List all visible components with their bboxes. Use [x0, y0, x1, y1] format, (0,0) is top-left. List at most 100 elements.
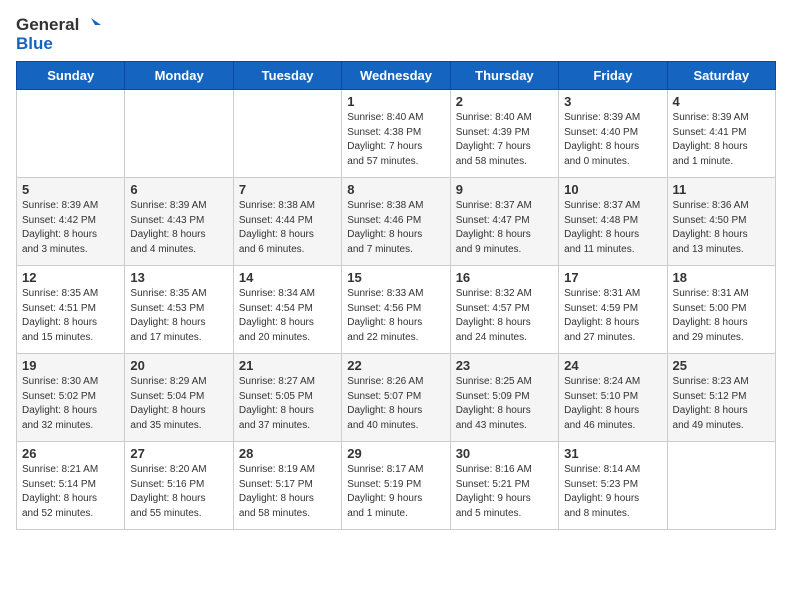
- calendar-cell: 25Sunrise: 8:23 AM Sunset: 5:12 PM Dayli…: [667, 354, 775, 442]
- day-number: 22: [347, 358, 444, 373]
- day-header-monday: Monday: [125, 62, 233, 90]
- cell-content: Sunrise: 8:37 AM Sunset: 4:48 PM Dayligh…: [564, 199, 661, 257]
- cell-content: Sunrise: 8:31 AM Sunset: 4:59 PM Dayligh…: [564, 287, 661, 345]
- calendar-cell: [125, 90, 233, 178]
- logo-general: General: [16, 16, 79, 35]
- day-number: 19: [22, 358, 119, 373]
- cell-content: Sunrise: 8:19 AM Sunset: 5:17 PM Dayligh…: [239, 463, 336, 521]
- day-number: 12: [22, 270, 119, 285]
- cell-content: Sunrise: 8:33 AM Sunset: 4:56 PM Dayligh…: [347, 287, 444, 345]
- day-number: 4: [673, 94, 770, 109]
- day-header-friday: Friday: [559, 62, 667, 90]
- cell-content: Sunrise: 8:36 AM Sunset: 4:50 PM Dayligh…: [673, 199, 770, 257]
- cell-content: Sunrise: 8:23 AM Sunset: 5:12 PM Dayligh…: [673, 375, 770, 433]
- calendar-cell: 15 Sunrise: 8:33 AM Sunset: 4:56 PM Dayli…: [342, 266, 450, 354]
- cell-content: Sunrise: 8:39 AM Sunset: 4:43 PM Dayligh…: [130, 199, 227, 257]
- day-number: 24: [564, 358, 661, 373]
- calendar-cell: 12 Sunrise: 8:35 AM Sunset: 4:51 PM Dayli…: [17, 266, 125, 354]
- cell-content: Sunrise: 8:26 AM Sunset: 5:07 PM Dayligh…: [347, 375, 444, 433]
- cell-content: Sunrise: 8:34 AM Sunset: 4:54 PM Dayligh…: [239, 287, 336, 345]
- calendar-table: SundayMondayTuesdayWednesdayThursdayFrid…: [16, 61, 776, 530]
- day-number: 6: [130, 182, 227, 197]
- week-row-3: 12 Sunrise: 8:35 AM Sunset: 4:51 PM Dayli…: [17, 266, 776, 354]
- day-number: 18: [673, 270, 770, 285]
- cell-content: Sunrise: 8:14 AM Sunset: 5:23 PM Dayligh…: [564, 463, 661, 521]
- day-number: 26: [22, 446, 119, 461]
- calendar-cell: 1Sunrise: 8:40 AM Sunset: 4:38 PM Daylig…: [342, 90, 450, 178]
- calendar-cell: 5 Sunrise: 8:39 AM Sunset: 4:42 PM Daylig…: [17, 178, 125, 266]
- cell-content: Sunrise: 8:31 AM Sunset: 5:00 PM Dayligh…: [673, 287, 770, 345]
- days-header-row: SundayMondayTuesdayWednesdayThursdayFrid…: [17, 62, 776, 90]
- day-number: 20: [130, 358, 227, 373]
- day-number: 11: [673, 182, 770, 197]
- day-header-tuesday: Tuesday: [233, 62, 341, 90]
- cell-content: Sunrise: 8:38 AM Sunset: 4:44 PM Dayligh…: [239, 199, 336, 257]
- calendar-cell: 24 Sunrise: 8:24 AM Sunset: 5:10 PM Dayli…: [559, 354, 667, 442]
- calendar-cell: 26 Sunrise: 8:21 AM Sunset: 5:14 PM Dayli…: [17, 442, 125, 530]
- day-header-sunday: Sunday: [17, 62, 125, 90]
- cell-content: Sunrise: 8:35 AM Sunset: 4:53 PM Dayligh…: [130, 287, 227, 345]
- calendar-cell: 4Sunrise: 8:39 AM Sunset: 4:41 PM Daylig…: [667, 90, 775, 178]
- calendar-cell: 11 Sunrise: 8:36 AM Sunset: 4:50 PM Dayli…: [667, 178, 775, 266]
- cell-content: Sunrise: 8:40 AM Sunset: 4:39 PM Dayligh…: [456, 111, 553, 169]
- cell-content: Sunrise: 8:27 AM Sunset: 5:05 PM Dayligh…: [239, 375, 336, 433]
- day-number: 10: [564, 182, 661, 197]
- cell-content: Sunrise: 8:24 AM Sunset: 5:10 PM Dayligh…: [564, 375, 661, 433]
- day-number: 21: [239, 358, 336, 373]
- calendar-cell: 21 Sunrise: 8:27 AM Sunset: 5:05 PM Dayli…: [233, 354, 341, 442]
- calendar-cell: 9Sunrise: 8:37 AM Sunset: 4:47 PM Daylig…: [450, 178, 558, 266]
- day-number: 30: [456, 446, 553, 461]
- day-number: 31: [564, 446, 661, 461]
- calendar-cell: 2 Sunrise: 8:40 AM Sunset: 4:39 PM Daylig…: [450, 90, 558, 178]
- day-number: 2: [456, 94, 553, 109]
- logo: General Blue: [16, 16, 101, 53]
- week-row-4: 19 Sunrise: 8:30 AM Sunset: 5:02 PM Dayli…: [17, 354, 776, 442]
- calendar-cell: 6 Sunrise: 8:39 AM Sunset: 4:43 PM Daylig…: [125, 178, 233, 266]
- day-number: 17: [564, 270, 661, 285]
- cell-content: Sunrise: 8:35 AM Sunset: 4:51 PM Dayligh…: [22, 287, 119, 345]
- day-number: 8: [347, 182, 444, 197]
- cell-content: Sunrise: 8:20 AM Sunset: 5:16 PM Dayligh…: [130, 463, 227, 521]
- cell-content: Sunrise: 8:32 AM Sunset: 4:57 PM Dayligh…: [456, 287, 553, 345]
- cell-content: Sunrise: 8:21 AM Sunset: 5:14 PM Dayligh…: [22, 463, 119, 521]
- day-number: 15: [347, 270, 444, 285]
- week-row-5: 26 Sunrise: 8:21 AM Sunset: 5:14 PM Dayli…: [17, 442, 776, 530]
- cell-content: Sunrise: 8:29 AM Sunset: 5:04 PM Dayligh…: [130, 375, 227, 433]
- cell-content: Sunrise: 8:39 AM Sunset: 4:42 PM Dayligh…: [22, 199, 119, 257]
- cell-content: Sunrise: 8:16 AM Sunset: 5:21 PM Dayligh…: [456, 463, 553, 521]
- day-number: 5: [22, 182, 119, 197]
- calendar-cell: [17, 90, 125, 178]
- day-number: 13: [130, 270, 227, 285]
- calendar-cell: 8 Sunrise: 8:38 AM Sunset: 4:46 PM Daylig…: [342, 178, 450, 266]
- calendar-cell: 13 Sunrise: 8:35 AM Sunset: 4:53 PM Dayli…: [125, 266, 233, 354]
- day-number: 14: [239, 270, 336, 285]
- calendar-cell: 27Sunrise: 8:20 AM Sunset: 5:16 PM Dayli…: [125, 442, 233, 530]
- week-row-2: 5 Sunrise: 8:39 AM Sunset: 4:42 PM Daylig…: [17, 178, 776, 266]
- calendar-cell: 22 Sunrise: 8:26 AM Sunset: 5:07 PM Dayli…: [342, 354, 450, 442]
- day-number: 29: [347, 446, 444, 461]
- day-header-wednesday: Wednesday: [342, 62, 450, 90]
- day-number: 23: [456, 358, 553, 373]
- calendar-cell: 20 Sunrise: 8:29 AM Sunset: 5:04 PM Dayli…: [125, 354, 233, 442]
- day-header-thursday: Thursday: [450, 62, 558, 90]
- header: General Blue: [16, 16, 776, 53]
- calendar-cell: 18 Sunrise: 8:31 AM Sunset: 5:00 PM Dayli…: [667, 266, 775, 354]
- day-number: 28: [239, 446, 336, 461]
- day-number: 3: [564, 94, 661, 109]
- calendar-cell: 29 Sunrise: 8:17 AM Sunset: 5:19 PM Dayli…: [342, 442, 450, 530]
- calendar-cell: 3Sunrise: 8:39 AM Sunset: 4:40 PM Daylig…: [559, 90, 667, 178]
- day-number: 1: [347, 94, 444, 109]
- calendar-cell: 31 Sunrise: 8:14 AM Sunset: 5:23 PM Dayli…: [559, 442, 667, 530]
- cell-content: Sunrise: 8:17 AM Sunset: 5:19 PM Dayligh…: [347, 463, 444, 521]
- calendar-cell: 17 Sunrise: 8:31 AM Sunset: 4:59 PM Dayli…: [559, 266, 667, 354]
- day-number: 9: [456, 182, 553, 197]
- cell-content: Sunrise: 8:30 AM Sunset: 5:02 PM Dayligh…: [22, 375, 119, 433]
- cell-content: Sunrise: 8:25 AM Sunset: 5:09 PM Dayligh…: [456, 375, 553, 433]
- logo-bird-icon: [81, 16, 101, 34]
- day-number: 7: [239, 182, 336, 197]
- calendar-cell: 10 Sunrise: 8:37 AM Sunset: 4:48 PM Dayli…: [559, 178, 667, 266]
- calendar-cell: 28 Sunrise: 8:19 AM Sunset: 5:17 PM Dayli…: [233, 442, 341, 530]
- cell-content: Sunrise: 8:38 AM Sunset: 4:46 PM Dayligh…: [347, 199, 444, 257]
- calendar-cell: 16Sunrise: 8:32 AM Sunset: 4:57 PM Dayli…: [450, 266, 558, 354]
- calendar-cell: 14 Sunrise: 8:34 AM Sunset: 4:54 PM Dayli…: [233, 266, 341, 354]
